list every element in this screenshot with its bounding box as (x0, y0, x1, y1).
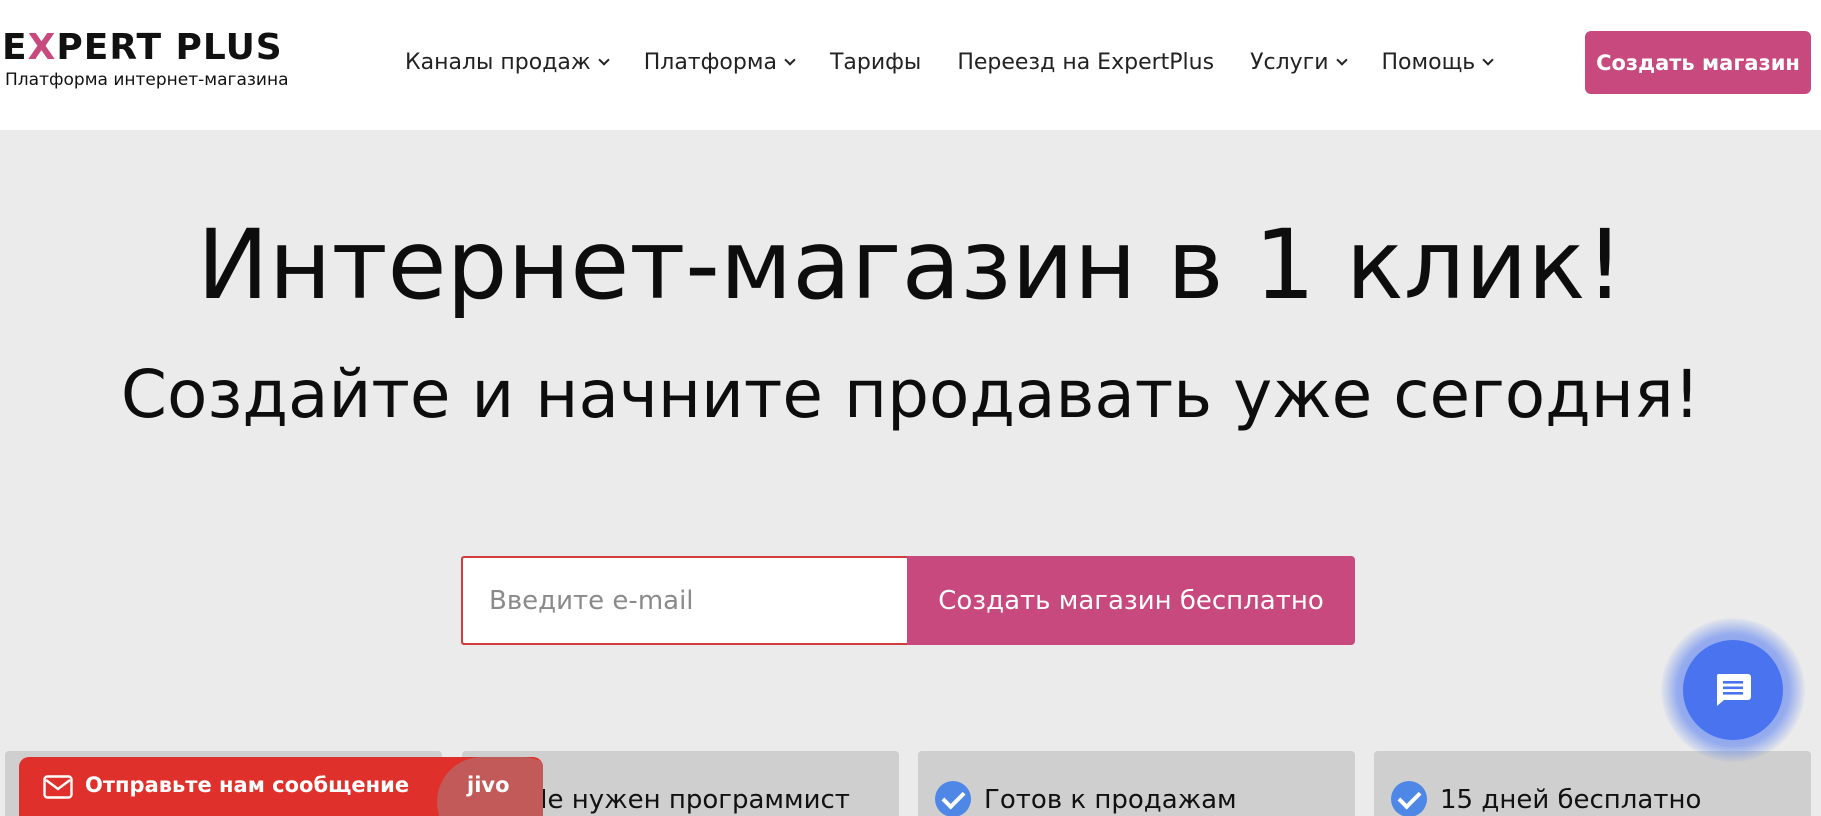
feature-label: 15 дней бесплатно (1440, 785, 1702, 815)
main-nav: Каналы продаж Платформа Тарифы Переезд н… (405, 44, 1528, 80)
nav-item-platform[interactable]: Платформа (643, 49, 796, 75)
envelope-icon (43, 775, 73, 799)
chevron-down-icon (784, 54, 796, 66)
create-store-button[interactable]: Создать магазин (1585, 31, 1811, 94)
nav-item-pricing[interactable]: Тарифы (830, 50, 921, 75)
email-input[interactable] (461, 556, 907, 645)
create-store-free-button[interactable]: Создать магазин бесплатно (907, 556, 1355, 645)
jivo-message-bar[interactable]: Отправьте нам сообщение jivo (19, 757, 543, 816)
logo-wordmark: EXPERT PLUS (2, 27, 283, 68)
nav-item-label: Платформа (643, 49, 777, 75)
chevron-down-icon (1482, 54, 1494, 66)
hero-subtitle: Создайте и начните продавать уже сегодня… (120, 356, 1701, 433)
chevron-down-icon (598, 54, 610, 66)
logo[interactable]: EXPERT PLUS Платформа интернет-магазина (2, 26, 288, 90)
chevron-down-icon (1335, 54, 1348, 66)
nav-item-label: Помощь (1381, 49, 1476, 75)
feature-label: Не нужен программист (528, 785, 850, 815)
nav-item-label: Каналы продаж (405, 49, 591, 75)
nav-item-label: Тарифы (829, 49, 922, 75)
nav-item-services[interactable]: Услуги (1250, 49, 1348, 75)
jivo-brand: jivo (467, 773, 510, 797)
nav-item-migration[interactable]: Переезд на ExpertPlus (957, 50, 1214, 75)
site-header: EXPERT PLUS Платформа интернет-магазина … (0, 0, 1821, 130)
logo-tagline: Платформа интернет-магазина (5, 70, 289, 90)
nav-item-sales-channels[interactable]: Каналы продаж (405, 49, 610, 75)
feature-card: Готов к продажам (918, 751, 1355, 816)
check-circle-icon (935, 781, 971, 816)
signup-form: Создать магазин бесплатно (461, 556, 1355, 645)
feature-label: Готов к продажам (984, 785, 1237, 815)
hero-title: Интернет-магазин в 1 клик! (196, 209, 1624, 321)
check-circle-icon (1391, 781, 1427, 816)
jivo-message-label: Отправьте нам сообщение (85, 773, 410, 797)
nav-item-label: Услуги (1250, 49, 1329, 75)
nav-item-label: Переезд на ExpertPlus (957, 49, 1215, 75)
chat-widget-button[interactable] (1683, 640, 1783, 740)
chat-bubble-icon (1716, 674, 1751, 706)
nav-item-help[interactable]: Помощь (1381, 49, 1494, 75)
